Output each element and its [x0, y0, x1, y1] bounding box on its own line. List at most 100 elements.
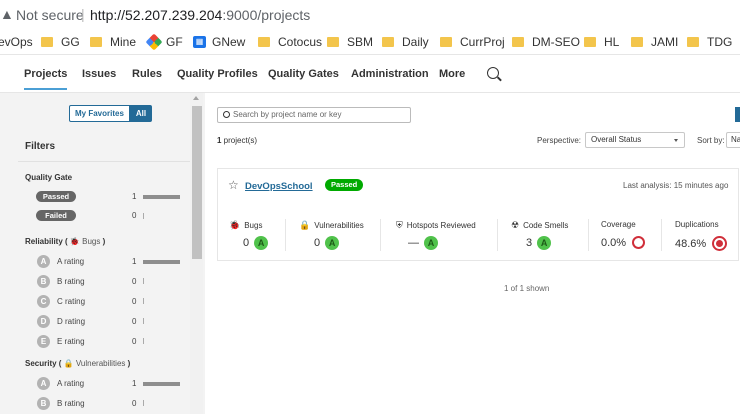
star-icon[interactable]: ☆: [228, 178, 239, 192]
bookmark-cotocus[interactable]: Cotocus: [258, 35, 322, 49]
facet-passed[interactable]: Passed: [36, 191, 76, 202]
perspective-select[interactable]: Overall Status: [585, 132, 685, 148]
bookmark-label: SBM: [347, 35, 374, 49]
all-button[interactable]: All: [129, 105, 153, 122]
bookmark-gnew[interactable]: ▦ GNew: [193, 35, 245, 49]
bookmark-mine[interactable]: Mine: [90, 35, 136, 49]
security-label[interactable]: Not secure: [16, 7, 84, 23]
scrollbar-thumb[interactable]: [192, 106, 202, 259]
project-search[interactable]: [217, 107, 411, 123]
bookmark-currproj[interactable]: CurrProj: [440, 35, 505, 49]
sidebar-scrollbar[interactable]: [190, 93, 203, 414]
security-facet-title: Security ( 🔒 Vulnerabilities ): [25, 359, 131, 368]
bugs-metric[interactable]: 0A: [243, 236, 269, 250]
address-bar[interactable]: ▲ Not secure | http://52.207.239.204:900…: [0, 0, 740, 30]
reliability-title: Reliability: [25, 237, 63, 246]
filters-divider: [18, 161, 190, 162]
rating-option[interactable]: C C rating: [37, 295, 85, 308]
duplications-ring-icon: [712, 236, 728, 251]
rating-label: B rating: [57, 399, 85, 408]
project-search-input[interactable]: [233, 109, 403, 120]
nav-quality-gates[interactable]: Quality Gates: [268, 68, 339, 80]
rating-letter-icon: C: [37, 295, 50, 308]
metric-value: 0: [314, 237, 321, 249]
facet-bar-empty: [143, 213, 144, 219]
rating-label: E rating: [57, 337, 85, 346]
duplications-label: Duplications: [675, 220, 719, 229]
bookmark-hl[interactable]: HL: [584, 35, 619, 49]
search-icon[interactable]: [487, 67, 499, 79]
bookmark-label: TDG: [707, 35, 733, 49]
bookmark-gf[interactable]: GF: [145, 33, 183, 51]
rating-option[interactable]: A A rating: [37, 377, 84, 390]
coverage-ring-icon: [632, 236, 646, 249]
nav-quality-profiles[interactable]: Quality Profiles: [177, 68, 258, 80]
folder-icon: [584, 37, 596, 47]
facet-bar: [143, 195, 180, 199]
warning-icon[interactable]: ▲: [0, 6, 14, 22]
url-host: http://52.207.239.204: [90, 7, 223, 23]
bookmark-devops[interactable]: evOps: [0, 35, 33, 49]
rating-letter-icon: B: [37, 275, 50, 288]
quality-gate-facet-title: Quality Gate: [25, 173, 73, 182]
rating-option[interactable]: B B rating: [37, 397, 85, 410]
coverage-metric[interactable]: 0.0%: [601, 236, 646, 249]
hotspots-metric[interactable]: — A: [408, 236, 438, 250]
facet-bar: [143, 338, 144, 344]
facet-count: 1: [132, 257, 137, 266]
last-analysis: Last analysis: 15 minutes ago: [623, 181, 729, 190]
vulnerabilities-metric[interactable]: 0A: [314, 236, 340, 250]
url-text[interactable]: http://52.207.239.204:9000/projects: [90, 7, 310, 23]
bookmark-gg[interactable]: GG: [41, 35, 80, 49]
bookmark-jami[interactable]: JAMI: [631, 35, 678, 49]
rating-option[interactable]: E E rating: [37, 335, 85, 348]
nav-administration[interactable]: Administration: [351, 68, 429, 80]
sort-label: Sort by:: [697, 136, 725, 145]
metric-divider: [380, 219, 381, 251]
chevron-down-icon: [674, 139, 678, 142]
facet-count: 0: [132, 317, 137, 326]
nav-more[interactable]: More: [439, 68, 465, 80]
rating-option[interactable]: A A rating: [37, 255, 84, 268]
bookmark-label: HL: [604, 35, 620, 49]
nav-rules[interactable]: Rules: [132, 68, 162, 80]
bug-icon: 🐞: [69, 237, 80, 246]
metric-label: Bugs: [244, 221, 263, 230]
bookmark-daily[interactable]: Daily: [382, 35, 429, 49]
my-favorites-button[interactable]: My Favorites: [69, 105, 130, 122]
metric-divider: [661, 219, 662, 251]
metric-value: —: [408, 237, 419, 249]
rating-badge: A: [537, 236, 552, 250]
folder-icon: [258, 37, 270, 47]
project-count-suffix: project(s): [221, 136, 258, 145]
bookmark-dm-seo[interactable]: DM-SEO: [512, 35, 580, 49]
address-separator: |: [81, 6, 85, 22]
facet-count: 0: [132, 297, 137, 306]
bookmark-tdg[interactable]: TDG: [687, 35, 732, 49]
rating-option[interactable]: B B rating: [37, 275, 85, 288]
nav-projects[interactable]: Projects: [24, 68, 68, 90]
code-smells-metric[interactable]: 3A: [526, 236, 552, 250]
bookmark-sbm[interactable]: SBM: [327, 35, 373, 49]
project-name-link[interactable]: DevOpsSchool: [245, 181, 313, 192]
rating-option[interactable]: D D rating: [37, 315, 85, 328]
folder-icon: [41, 37, 53, 47]
rating-badge: A: [424, 236, 438, 250]
scroll-up-arrow-icon[interactable]: [193, 96, 199, 100]
reliability-subtitle: Bugs: [82, 237, 101, 246]
bookmark-label: GNew: [212, 35, 246, 49]
bookmark-label: GF: [166, 35, 183, 49]
perspective-value: Overall Status: [591, 135, 642, 144]
facet-count: 1: [132, 192, 137, 201]
project-count: 1 project(s): [217, 136, 257, 145]
facet-bar: [143, 400, 144, 406]
rating-letter-icon: D: [37, 315, 50, 328]
security-title: Security: [25, 359, 57, 368]
url-path: :9000/projects: [222, 7, 311, 23]
create-project-button[interactable]: [735, 107, 740, 122]
sort-select[interactable]: Na: [726, 132, 740, 148]
quality-gate-badge: Passed: [325, 179, 364, 191]
nav-issues[interactable]: Issues: [82, 68, 116, 80]
facet-failed[interactable]: Failed: [36, 210, 76, 221]
duplications-metric[interactable]: 48.6%: [675, 236, 728, 251]
